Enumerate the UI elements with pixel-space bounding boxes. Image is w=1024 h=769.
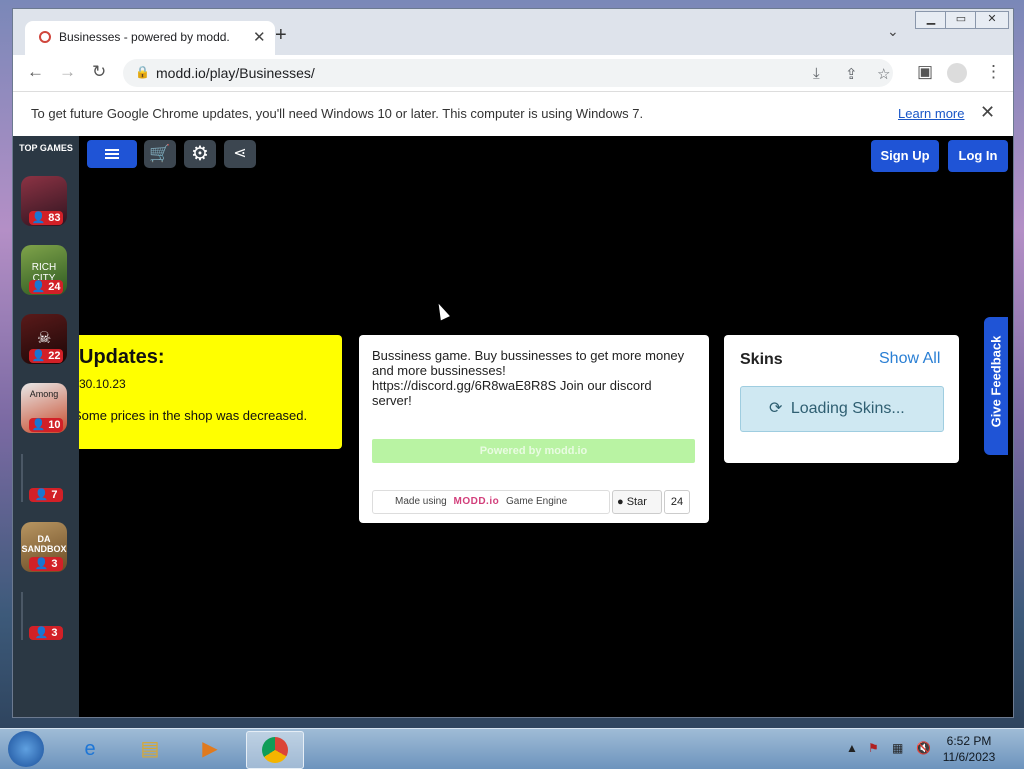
game-engine-label: Game Engine — [505, 496, 568, 507]
media-player-icon[interactable]: ▶ — [184, 731, 236, 767]
player-count-badge: 👤 10 — [29, 418, 63, 432]
share-button[interactable]: ⋖ — [224, 140, 256, 168]
settings-button[interactable]: ⚙ — [184, 140, 216, 168]
player-count-badge: 👤 3 — [29, 626, 63, 640]
show-hidden-icons[interactable]: ▲ — [846, 741, 858, 755]
favicon-icon — [39, 31, 51, 43]
start-button[interactable] — [8, 731, 44, 767]
skins-title: Skins — [740, 351, 783, 368]
log-in-button[interactable]: Log In — [948, 140, 1008, 172]
install-icon[interactable]: ⤓ — [813, 65, 820, 82]
share-icon: ⋖ — [233, 145, 247, 162]
github-icon: ● — [617, 496, 624, 508]
skull-icon: ☠ — [37, 330, 52, 347]
made-using-badge[interactable]: Made using MODD.io Game Engine — [372, 490, 610, 514]
game-info-panel: Bussiness game. Buy bussinesses to get m… — [359, 335, 709, 523]
menu-button[interactable] — [87, 140, 137, 168]
learn-more-link[interactable]: Learn more — [898, 106, 964, 121]
player-count-badge: 👤 3 — [29, 557, 63, 571]
shop-cart-button[interactable]: 🛒 — [144, 140, 176, 168]
modd-logo: MODD.io — [453, 496, 500, 507]
tab-title: Businesses - powered by modd.io — [59, 30, 229, 44]
share-icon[interactable]: ⇪ — [845, 65, 858, 83]
internet-explorer-icon[interactable]: e — [64, 731, 116, 767]
sidebar-title: TOP GAMES — [19, 143, 73, 153]
browser-window: Businesses - powered by modd.io ✕ + ⌄ ▁ … — [12, 8, 1014, 718]
updates-body: Some prices in the shop was decreased. — [79, 408, 308, 423]
player-count-badge: 👤 22 — [29, 349, 63, 363]
game-thumb-placeholder[interactable] — [21, 454, 23, 502]
network-icon[interactable]: ▦ — [892, 741, 903, 755]
loading-skins-indicator: ⟳ Loading Skins... — [740, 386, 944, 432]
game-description: Bussiness game. Buy bussinesses to get m… — [372, 348, 685, 408]
updates-title: Updates: — [79, 346, 165, 368]
game-thumb-label: DA SANDBOX — [21, 534, 67, 554]
forward-icon[interactable]: → — [59, 63, 76, 81]
game-viewport[interactable]: TOP GAMES 👤 83 RICH CITY 👤 24 ☠ 👤 22 Amo… — [13, 136, 1013, 717]
sign-up-button[interactable]: Sign Up — [871, 140, 939, 172]
give-feedback-label: Give Feedback — [988, 335, 1004, 428]
top-games-sidebar: TOP GAMES 👤 83 RICH CITY 👤 24 ☠ 👤 22 Amo… — [13, 136, 79, 717]
minimize-button[interactable]: ▁ — [915, 11, 947, 29]
powered-by-button[interactable]: Powered by modd.io — [372, 439, 695, 463]
made-using-label: Made using — [395, 496, 447, 507]
browser-toolbar: ← → ↻ 🔒 modd.io/play/Businesses/ ⤓ ⇪ ☆ ▣… — [13, 55, 1013, 91]
system-clock[interactable]: 6:52 PM 11/6/2023 — [934, 733, 1004, 765]
github-star-button[interactable]: ● Star — [612, 490, 662, 514]
browser-tab[interactable]: Businesses - powered by modd.io ✕ — [25, 21, 275, 55]
windows-taskbar: e ▤ ▶ ▲ ⚑ ▦ 🔇 6:52 PM 11/6/2023 — [0, 728, 1024, 769]
tab-close-icon[interactable]: ✕ — [253, 28, 266, 46]
cart-icon: 🛒 — [149, 144, 171, 163]
loading-skins-label: Loading Skins... — [790, 400, 905, 417]
lock-icon[interactable]: 🔒 — [135, 65, 150, 79]
maximize-button[interactable]: ▭ — [945, 11, 977, 29]
player-count-badge: 👤 83 — [29, 211, 63, 225]
volume-muted-icon[interactable]: 🔇 — [916, 741, 931, 755]
player-count-badge: 👤 24 — [29, 280, 63, 294]
mouse-cursor-icon — [434, 301, 450, 321]
file-explorer-icon[interactable]: ▤ — [124, 731, 176, 767]
new-tab-button[interactable]: + — [275, 25, 287, 45]
tab-strip: Businesses - powered by modd.io ✕ + ⌄ ▁ … — [13, 9, 1013, 55]
hamburger-icon — [105, 149, 119, 151]
bookmark-star-icon[interactable]: ☆ — [877, 65, 890, 83]
address-bar[interactable]: 🔒 modd.io/play/Businesses/ ⤓ ⇪ ☆ — [123, 59, 893, 87]
github-star-count[interactable]: 24 — [664, 490, 690, 514]
reload-icon[interactable]: ↻ — [92, 63, 106, 81]
infobar-message: To get future Google Chrome updates, you… — [31, 106, 644, 121]
action-center-icon[interactable]: ⚑ — [868, 741, 879, 755]
update-infobar: To get future Google Chrome updates, you… — [13, 91, 1013, 137]
tab-search-icon[interactable]: ⌄ — [887, 23, 899, 40]
gear-icon: ⚙ — [191, 143, 209, 165]
chrome-menu-icon[interactable]: ⋮ — [985, 63, 1002, 81]
back-icon[interactable]: ← — [27, 63, 44, 81]
close-window-button[interactable]: ✕ — [975, 11, 1009, 29]
game-thumb-label: Among — [29, 389, 59, 399]
spinner-icon: ⟳ — [769, 400, 783, 417]
give-feedback-button[interactable]: Give Feedback — [984, 317, 1008, 455]
updates-panel: Updates: 30.10.23 Some prices in the sho… — [79, 335, 342, 449]
side-panel-icon[interactable]: ▣ — [917, 63, 933, 81]
url-text[interactable]: modd.io/play/Businesses/ — [156, 65, 315, 81]
game-thumb-placeholder[interactable] — [21, 592, 23, 640]
infobar-close-icon[interactable]: ✕ — [980, 102, 995, 123]
profile-avatar[interactable] — [947, 63, 967, 83]
chrome-taskbar-icon[interactable] — [246, 731, 304, 769]
show-all-link[interactable]: Show All — [879, 350, 940, 368]
clock-date: 11/6/2023 — [942, 750, 996, 764]
chrome-logo-icon — [262, 737, 288, 763]
clock-time: 6:52 PM — [946, 734, 992, 748]
updates-date: 30.10.23 — [79, 377, 126, 391]
star-label: Star — [626, 496, 647, 508]
skins-panel: Skins Show All ⟳ Loading Skins... — [724, 335, 959, 463]
player-count-badge: 👤 7 — [29, 488, 63, 502]
